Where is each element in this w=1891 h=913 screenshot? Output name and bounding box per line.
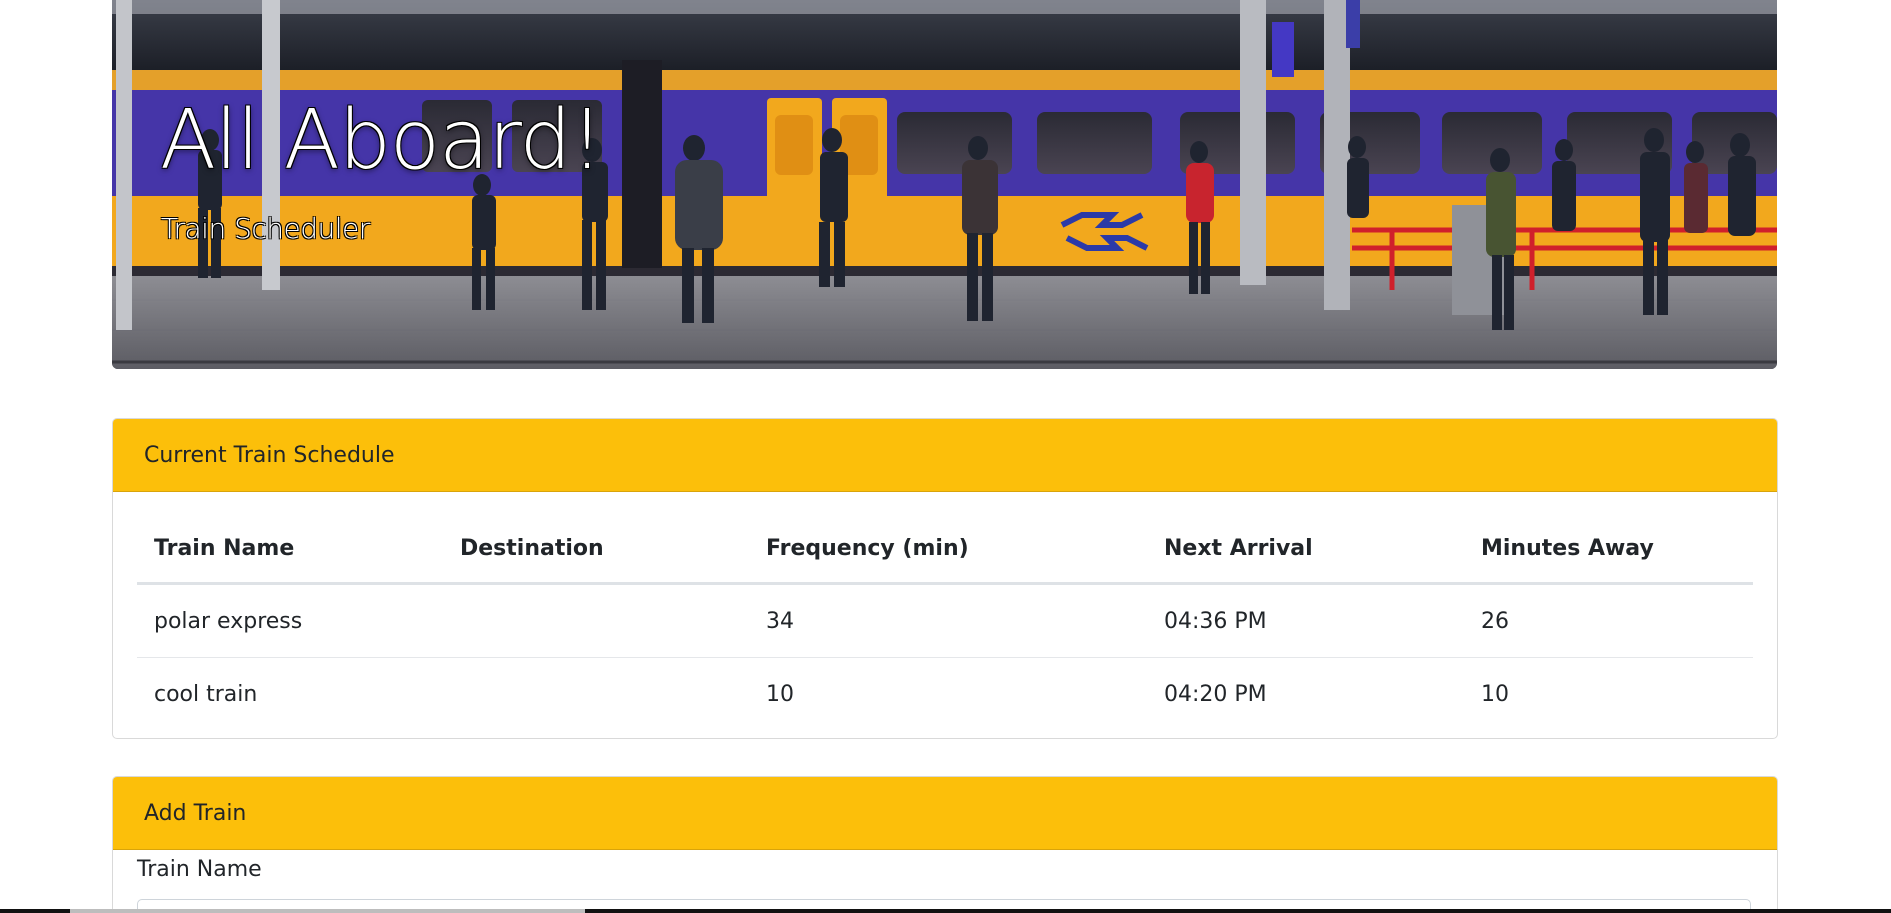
- column-header-frequency: Frequency (min): [749, 515, 1147, 585]
- schedule-table: Train Name Destination Frequency (min) N…: [137, 515, 1753, 730]
- cell-destination: [443, 658, 749, 731]
- hero-banner: All Aboard! Train Scheduler: [112, 0, 1777, 369]
- cell-frequency: 34: [749, 583, 1147, 658]
- cell-next-arrival: 04:20 PM: [1164, 681, 1267, 707]
- table-row: cool train 10 04:20 PM 10: [137, 658, 1753, 731]
- add-train-card: Add Train Train Name: [112, 776, 1778, 913]
- column-header-minutes-away: Minutes Away: [1464, 515, 1753, 585]
- column-header-train-name: Train Name: [137, 515, 443, 585]
- schedule-card: Current Train Schedule Train Name Destin…: [112, 418, 1778, 739]
- add-train-card-header: Add Train: [113, 777, 1777, 850]
- window-bottom-edge: [0, 909, 1891, 913]
- hero-title: All Aboard!: [160, 93, 603, 188]
- column-header-next-arrival: Next Arrival: [1147, 515, 1464, 585]
- cell-next-arrival: 04:36 PM: [1147, 583, 1464, 658]
- table-row: polar express 34 04:36 PM 26: [137, 583, 1753, 658]
- page: All Aboard! Train Scheduler Current Trai…: [0, 0, 1891, 913]
- column-header-destination: Destination: [443, 515, 749, 585]
- cell-train-name: cool train: [154, 681, 258, 707]
- cell-destination: [443, 583, 749, 658]
- cell-frequency: 10: [766, 681, 794, 707]
- cell-minutes-away: 10: [1481, 681, 1509, 707]
- hero-subtitle: Train Scheduler: [161, 212, 370, 245]
- bottom-edge-segment: [70, 909, 585, 913]
- cell-minutes-away: 26: [1464, 583, 1753, 658]
- schedule-card-header: Current Train Schedule: [113, 419, 1777, 492]
- train-name-label: Train Name: [137, 857, 262, 882]
- table-header-row: Train Name Destination Frequency (min) N…: [137, 515, 1753, 585]
- cell-train-name: polar express: [137, 583, 443, 658]
